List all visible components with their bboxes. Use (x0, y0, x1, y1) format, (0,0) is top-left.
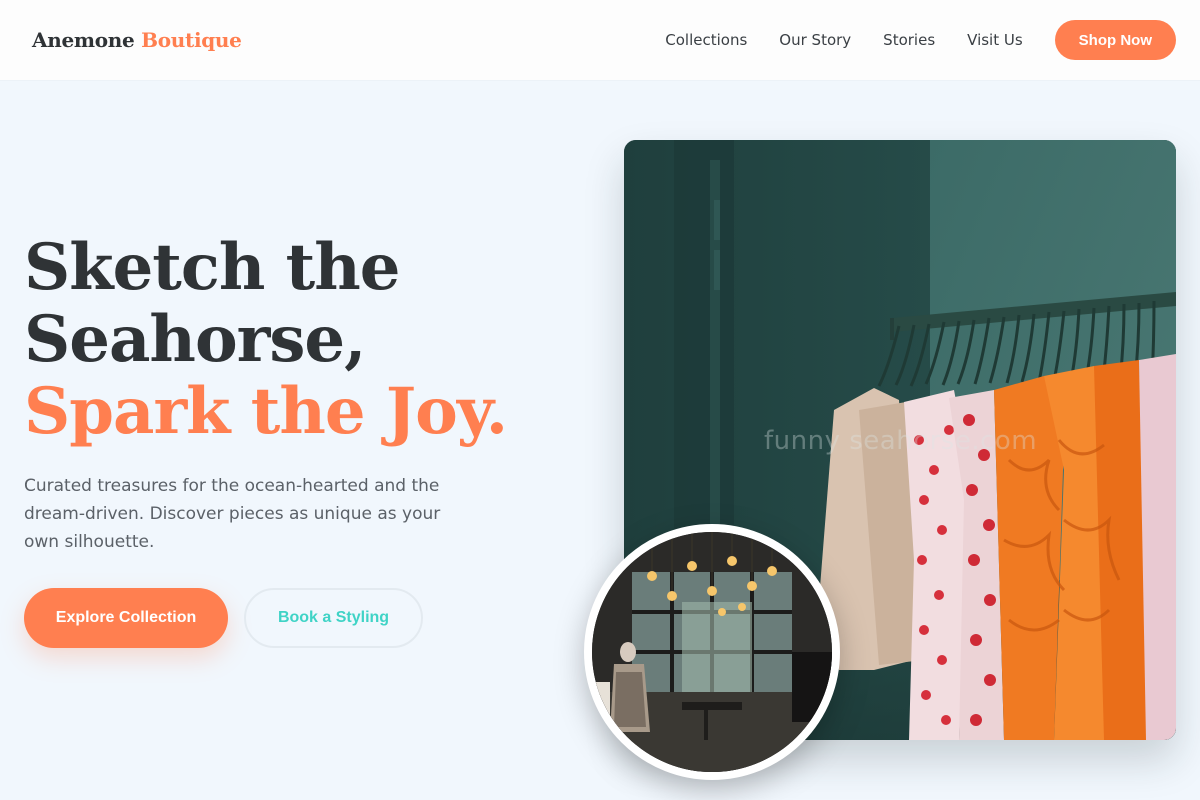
nav-link-stories[interactable]: Stories (883, 31, 935, 49)
hero-title-line-1: Sketch the (24, 230, 400, 305)
image-watermark: funny seahorse.com (764, 426, 1038, 456)
site-header: Anemone Boutique Collections Our Story S… (0, 0, 1200, 80)
explore-collection-button[interactable]: Explore Collection (24, 588, 228, 648)
hero-title: Sketch the Seahorse, Spark the Joy. (24, 232, 584, 448)
hero-title-line-2: Seahorse, (24, 302, 366, 377)
boutique-interior-illustration (592, 532, 832, 772)
nav-link-visit-us[interactable]: Visit Us (967, 31, 1023, 49)
shop-now-button[interactable]: Shop Now (1054, 20, 1176, 60)
logo-accent-text: Boutique (141, 28, 242, 52)
nav-link-collections[interactable]: Collections (665, 31, 747, 49)
nav-link-our-story[interactable]: Our Story (779, 31, 851, 49)
hero-description: Curated treasures for the ocean-hearted … (24, 476, 441, 552)
book-styling-button[interactable]: Book a Styling (244, 588, 423, 648)
main-nav: Collections Our Story Stories Visit Us S… (665, 20, 1176, 60)
logo-main-text: Anemone (32, 28, 135, 52)
brand-logo[interactable]: Anemone Boutique (32, 28, 242, 52)
hero-title-line-3: Spark the Joy. (24, 374, 508, 449)
hero-buttons: Explore Collection Book a Styling (24, 588, 423, 648)
boutique-interior-inset-image (584, 524, 840, 780)
